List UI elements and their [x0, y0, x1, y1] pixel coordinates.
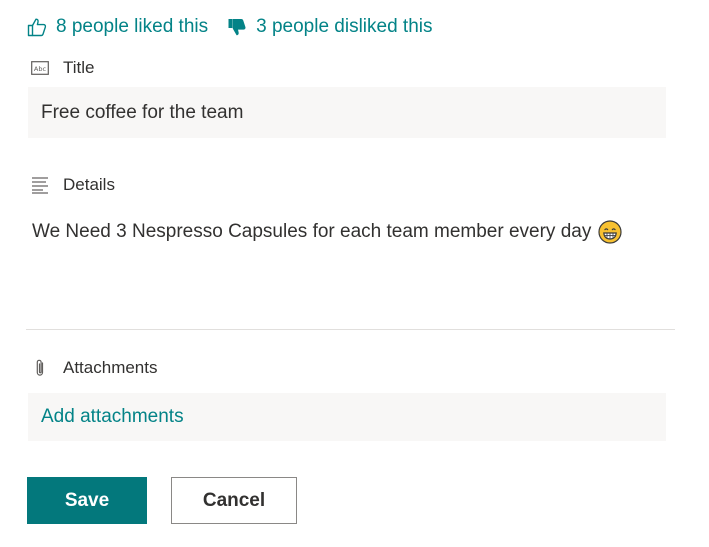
title-field-label: Abc Title: [30, 56, 95, 80]
dislikes-count-link[interactable]: 3 people disliked this: [256, 16, 432, 38]
details-field-label: Details: [30, 173, 115, 197]
attachments-field-label: Attachments: [30, 356, 158, 380]
text-field-icon: Abc: [30, 58, 50, 78]
reactions-row: 8 people liked this 3 people disliked th…: [26, 12, 433, 42]
title-label-text: Title: [63, 58, 95, 77]
attachments-label-text: Attachments: [63, 358, 158, 377]
grinning-face-emoji-icon: [598, 220, 622, 244]
details-value: We Need 3 Nespresso Capsules for each te…: [32, 221, 592, 242]
thumbs-down-icon[interactable]: [226, 16, 248, 38]
svg-text:Abc: Abc: [34, 65, 47, 73]
details-label-text: Details: [63, 175, 115, 194]
multiline-text-icon: [30, 175, 50, 195]
paperclip-icon: [30, 358, 50, 378]
section-divider: [26, 329, 675, 330]
title-input-value: Free coffee for the team: [41, 101, 244, 123]
title-input[interactable]: Free coffee for the team: [28, 87, 666, 138]
save-button[interactable]: Save: [27, 477, 147, 524]
thumbs-up-icon[interactable]: [26, 16, 48, 38]
add-attachments-text: Add attachments: [41, 406, 184, 427]
add-attachments-link[interactable]: Add attachments: [28, 393, 666, 441]
likes-count-link[interactable]: 8 people liked this: [56, 16, 208, 38]
details-textarea[interactable]: We Need 3 Nespresso Capsules for each te…: [32, 218, 622, 246]
cancel-button[interactable]: Cancel: [171, 477, 297, 524]
